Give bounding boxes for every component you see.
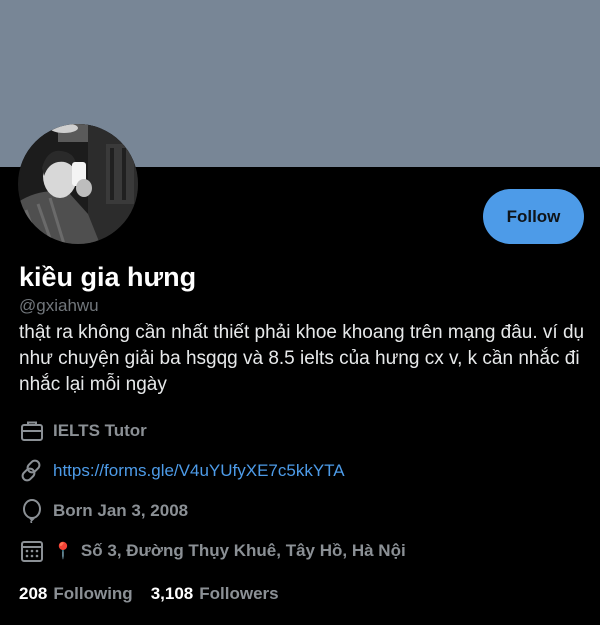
profile-birthday: Born Jan 3, 2008 [19,498,188,524]
following-count: 208 [19,584,48,603]
calendar-icon [19,538,45,564]
birthday-label: Born Jan 3, 2008 [53,501,189,520]
job-label: IELTS Tutor [53,421,147,440]
location-label: Số 3, Đường Thụy Khuê, Tây Hồ, Hà Nội [80,541,406,560]
link-icon [19,458,45,484]
briefcase-icon [19,418,45,444]
profile-job: IELTS Tutor [19,418,147,444]
follow-button[interactable]: Follow [483,189,584,244]
following-link[interactable]: 208 Following [19,584,151,604]
profile-stats: 208 Following 3,108 Followers [19,584,297,604]
followers-label: Followers [199,584,279,603]
display-name: kiều gia hưng [19,262,197,292]
following-label: Following [53,584,133,603]
pin-icon: 📍 [53,543,73,560]
profile-bio: thật ra không cần nhất thiết phải khoe k… [19,322,585,395]
balloon-icon [19,498,45,524]
followers-count: 3,108 [150,584,194,603]
profile-url[interactable]: https://forms.gle/V4uYUfyXE7c5kkYTA [53,461,345,481]
user-handle: @gxiahwu [19,296,99,315]
followers-link[interactable]: 3,108 Followers [151,584,297,604]
avatar[interactable] [18,124,138,244]
profile-location: 📍 Số 3, Đường Thụy Khuê, Tây Hồ, Hà Nội [19,538,406,564]
profile-link[interactable]: https://forms.gle/V4uYUfyXE7c5kkYTA [19,458,345,484]
avatar-photo [18,124,138,244]
